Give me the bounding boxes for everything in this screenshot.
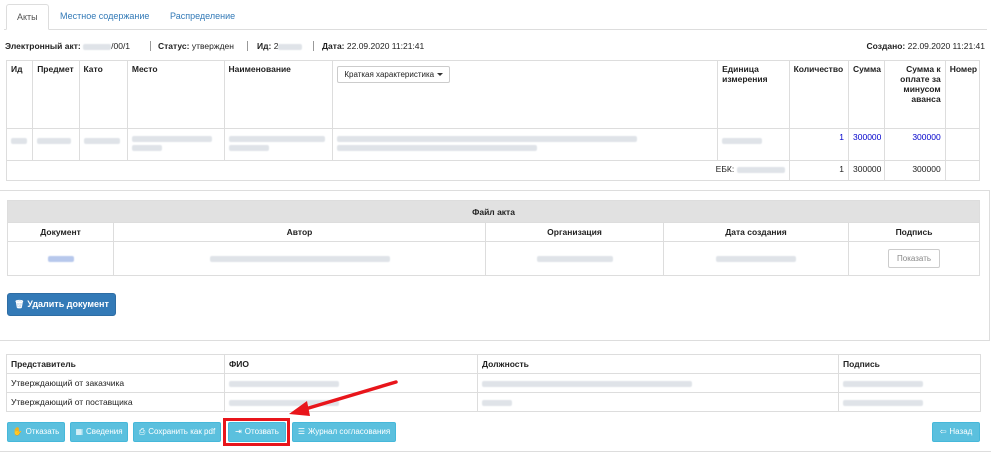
bottom-divider	[0, 451, 991, 452]
annotation-arrow-icon	[289, 380, 398, 416]
